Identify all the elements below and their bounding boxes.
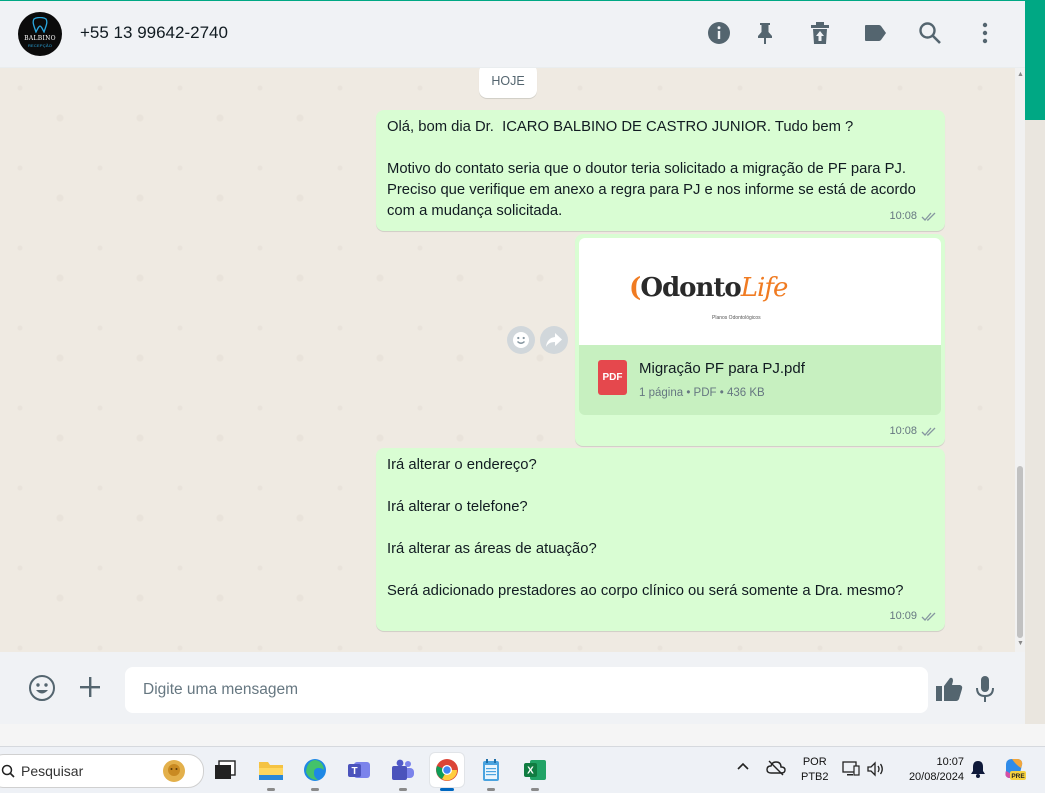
microphone-icon[interactable] xyxy=(975,675,995,703)
logo-subtitle: Planos Odontológicos xyxy=(712,315,761,321)
document-message-bubble[interactable]: (OdontoLife Planos Odontológicos PDF Mig… xyxy=(575,234,945,446)
chat-header: BALBINO RECEPÇÃO +55 13 99642-2740 xyxy=(0,1,1025,68)
avatar-name: BALBINO xyxy=(24,35,56,42)
scroll-up-arrow-icon[interactable]: ▲ xyxy=(1017,71,1024,78)
message-time: 10:08 xyxy=(889,210,917,222)
keyboard-layout: PTB2 xyxy=(801,771,829,783)
chat-scrollbar[interactable]: ▲ ▼ xyxy=(1015,68,1025,652)
date-chip: HOJE xyxy=(479,68,537,98)
forward-button[interactable] xyxy=(540,326,568,354)
scrollbar-thumb[interactable] xyxy=(1017,466,1023,638)
avatar-subtext: RECEPÇÃO xyxy=(27,43,53,48)
document-info[interactable]: PDF Migração PF para PJ.pdf 1 página • P… xyxy=(579,345,941,415)
notepad-icon[interactable] xyxy=(474,753,508,791)
message-input[interactable] xyxy=(125,667,928,713)
document-preview[interactable]: (OdontoLife Planos Odontológicos xyxy=(579,238,941,346)
document-name: Migração PF para PJ.pdf xyxy=(639,360,805,377)
search-icon xyxy=(1,764,15,778)
chat-area[interactable]: HOJE Olá, bom dia Dr. ICARO BALBINO DE C… xyxy=(0,68,1025,652)
scroll-down-arrow-icon[interactable]: ▼ xyxy=(1017,640,1024,647)
search-icon[interactable] xyxy=(917,20,943,46)
read-receipt-icon xyxy=(921,212,936,221)
message-composer xyxy=(0,652,1025,724)
avatar[interactable]: BALBINO RECEPÇÃO xyxy=(18,12,62,56)
window-accent-strip xyxy=(1025,0,1045,120)
onedrive-offline-icon[interactable] xyxy=(766,760,786,779)
emoji-reaction-button[interactable] xyxy=(507,326,535,354)
attach-plus-icon[interactable] xyxy=(79,676,101,698)
tooth-logo-icon xyxy=(32,17,48,33)
read-receipt-icon xyxy=(921,427,936,436)
teams-icon[interactable] xyxy=(386,753,420,791)
volume-icon[interactable] xyxy=(866,761,884,780)
label-icon[interactable] xyxy=(862,20,888,46)
emoji-icon[interactable] xyxy=(28,674,56,702)
message-bubble[interactable]: Olá, bom dia Dr. ICARO BALBINO DE CASTRO… xyxy=(376,110,945,231)
window-bottom-area xyxy=(0,724,1045,746)
odontolife-logo: (OdontoLife xyxy=(629,273,788,303)
copilot-badge: PRE xyxy=(1011,773,1025,780)
teams-classic-icon[interactable]: T xyxy=(342,753,376,787)
read-receipt-icon xyxy=(921,612,936,621)
windows-taskbar: Pesquisar T X POR PTB2 10:07 20/08/2024 … xyxy=(0,746,1045,793)
message-text: Olá, bom dia Dr. ICARO BALBINO DE CASTRO… xyxy=(387,119,916,219)
file-explorer-icon[interactable] xyxy=(254,753,288,791)
notification-bell-icon[interactable] xyxy=(970,760,986,781)
pin-icon[interactable] xyxy=(752,20,778,46)
search-highlight-icon xyxy=(163,760,185,782)
contact-name[interactable]: +55 13 99642-2740 xyxy=(80,23,228,43)
taskbar-search[interactable]: Pesquisar xyxy=(0,754,204,788)
forward-icon xyxy=(546,333,562,347)
smiley-icon xyxy=(513,332,529,348)
language-code: POR xyxy=(802,756,827,768)
message-meta: 10:09 xyxy=(889,606,937,627)
message-meta: 10:08 xyxy=(889,421,937,442)
message-text: Irá alterar o endereço? Irá alterar o te… xyxy=(387,457,904,599)
clock-date: 20/08/2024 xyxy=(908,771,964,783)
menu-icon[interactable] xyxy=(972,20,998,46)
message-meta: 10:08 xyxy=(889,206,937,227)
svg-text:T: T xyxy=(351,766,357,777)
excel-icon[interactable]: X xyxy=(518,753,552,791)
info-icon[interactable] xyxy=(706,20,732,46)
chrome-browser-icon[interactable] xyxy=(430,753,464,791)
task-view-icon[interactable] xyxy=(208,753,242,787)
thumbs-up-icon[interactable] xyxy=(935,676,963,702)
edge-browser-icon[interactable] xyxy=(298,753,332,791)
message-time: 10:09 xyxy=(889,610,917,622)
network-icon[interactable] xyxy=(842,760,860,781)
system-clock[interactable]: 10:07 20/08/2024 xyxy=(898,755,964,785)
message-time: 10:08 xyxy=(889,425,917,437)
svg-text:X: X xyxy=(527,766,534,777)
search-label: Pesquisar xyxy=(21,763,84,779)
message-bubble[interactable]: Irá alterar o endereço? Irá alterar o te… xyxy=(376,448,945,631)
copilot-icon[interactable]: PRE xyxy=(1002,757,1026,784)
delete-icon[interactable] xyxy=(807,20,833,46)
show-hidden-icons-chevron-icon[interactable] xyxy=(736,761,750,774)
pdf-file-icon: PDF xyxy=(598,360,627,395)
document-details: 1 página • PDF • 436 KB xyxy=(639,387,765,399)
clock-time: 10:07 xyxy=(936,756,964,768)
input-language-indicator[interactable]: POR PTB2 xyxy=(801,755,829,785)
